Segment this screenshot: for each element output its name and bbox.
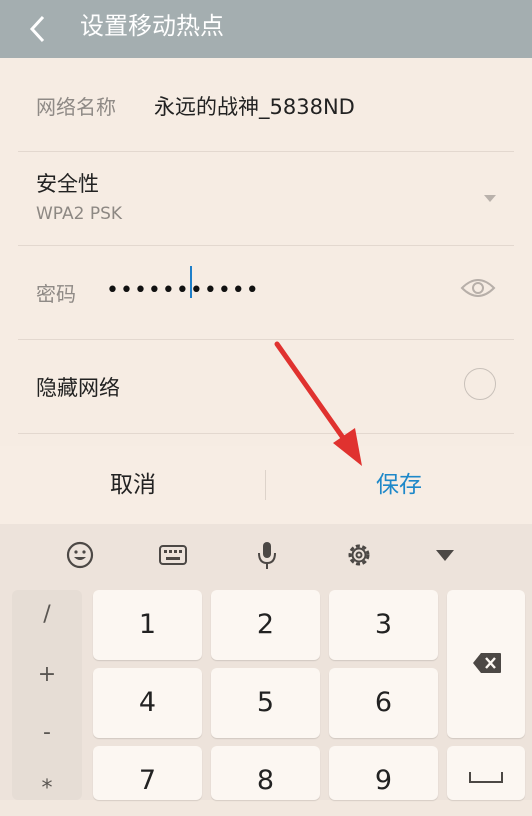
symbol-column: / + - * [12,590,82,801]
settings-gear-icon[interactable] [344,540,374,570]
dropdown-caret-icon[interactable] [484,195,496,202]
space-bar-icon [469,772,503,783]
page-title: 设置移动热点 [80,12,224,40]
ssid-row[interactable]: 网络名称 永远的战神_5838ND [18,58,514,152]
emoji-icon[interactable] [65,540,95,570]
cancel-button[interactable]: 取消 [0,446,266,524]
collapse-triangle-icon[interactable] [430,540,460,570]
password-field[interactable]: ••••••••••• [106,278,260,303]
digit-key[interactable]: 9 [329,746,438,800]
digit-key[interactable]: 8 [211,746,320,800]
microphone-icon[interactable] [252,540,282,570]
dialog-buttons: 取消 保存 [0,446,532,524]
text-cursor [190,266,192,298]
security-label: 安全性 [36,172,99,196]
security-value: WPA2 PSK [36,204,123,224]
symbol-key[interactable]: / [12,602,82,627]
symbol-key[interactable]: + [12,662,82,687]
digit-key[interactable]: 5 [211,668,320,738]
hidden-network-radio[interactable] [464,368,496,400]
password-row[interactable]: 密码 ••••••••••• [18,246,514,340]
digit-key[interactable]: 6 [329,668,438,738]
save-button[interactable]: 保存 [266,446,532,524]
password-label: 密码 [36,282,76,306]
symbol-key[interactable]: * [12,776,82,801]
digit-key[interactable]: 3 [329,590,438,660]
digit-key[interactable]: 4 [93,668,202,738]
space-key[interactable] [447,746,525,800]
digit-key[interactable]: 1 [93,590,202,660]
ssid-field[interactable]: 永远的战神_5838ND [154,91,355,121]
title-bar: 设置移动热点 [0,0,532,58]
digit-key[interactable]: 2 [211,590,320,660]
backspace-key[interactable] [447,590,525,738]
digit-key[interactable]: 7 [93,746,202,800]
hidden-network-row[interactable]: 隐藏网络 [18,340,514,434]
back-arrow-icon[interactable] [22,12,56,46]
hidden-network-label: 隐藏网络 [36,376,120,400]
hotspot-form: 网络名称 永远的战神_5838ND 安全性 WPA2 PSK 密码 ••••••… [0,58,532,446]
ssid-label: 网络名称 [36,95,116,119]
security-row[interactable]: 安全性 WPA2 PSK [18,152,514,246]
backspace-icon [473,653,501,673]
show-password-eye-icon[interactable] [460,276,496,300]
symbol-key[interactable]: - [12,720,82,745]
keyboard-icon[interactable] [158,540,188,570]
